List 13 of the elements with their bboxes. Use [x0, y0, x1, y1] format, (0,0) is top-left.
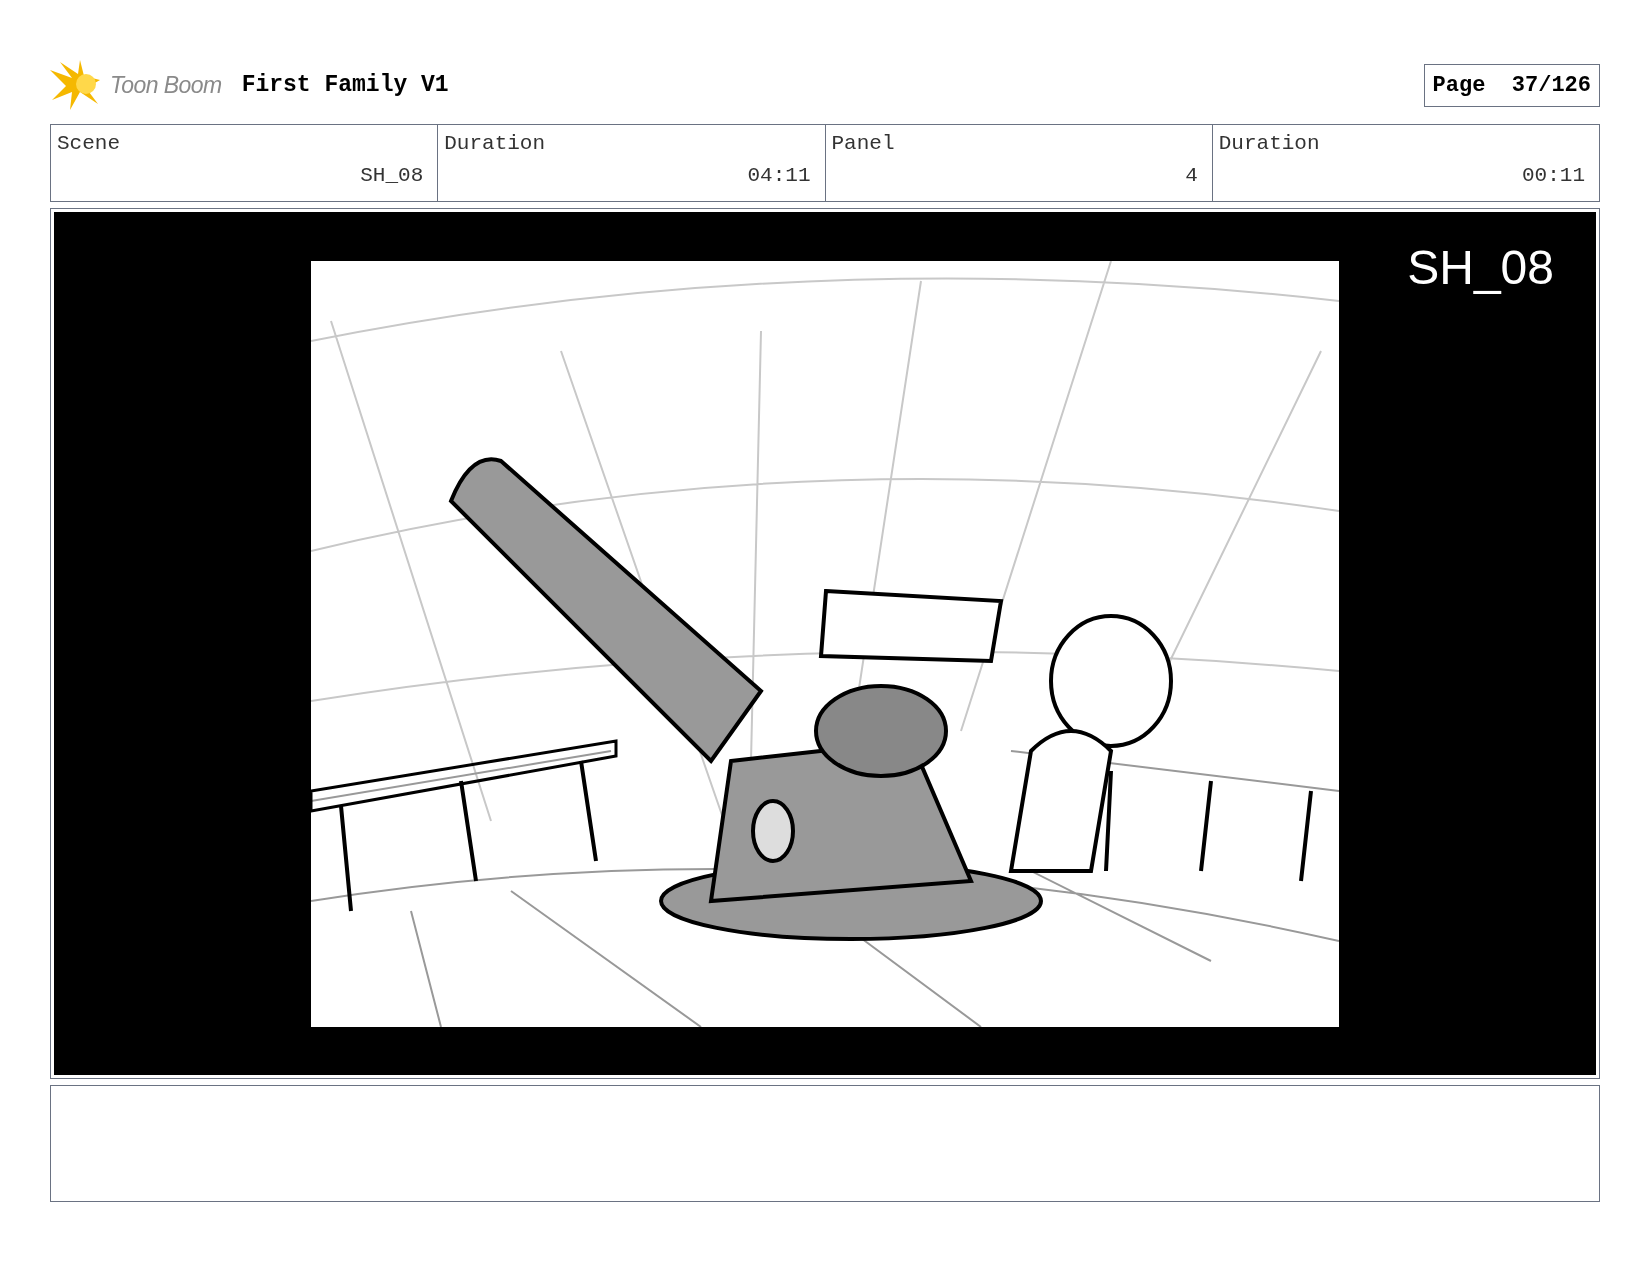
- field-value: 04:11: [747, 163, 811, 189]
- field-label: Duration: [444, 131, 546, 157]
- field-value: SH_08: [360, 163, 424, 189]
- logo-icon: [50, 60, 102, 110]
- field-value: 4: [1185, 163, 1198, 189]
- field-label: Duration: [1218, 131, 1320, 157]
- page-counter: Page 37/126: [1423, 63, 1600, 107]
- logo-text: Toon Boom: [110, 70, 222, 100]
- field-value: 00:11: [1522, 163, 1585, 189]
- field-label: Scene: [57, 131, 120, 157]
- scene-label: SH_08: [1407, 240, 1554, 296]
- storyboard-title: First Family V1: [241, 70, 449, 100]
- field-label: Panel: [831, 131, 895, 157]
